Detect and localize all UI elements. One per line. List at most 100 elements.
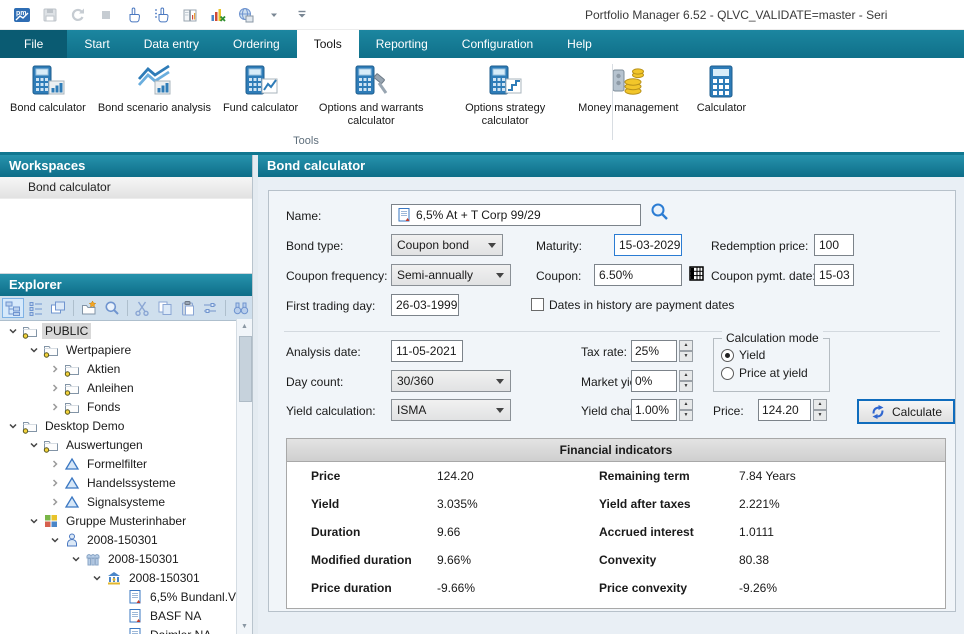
spin-down-icon[interactable]: ▼ xyxy=(813,410,827,421)
redo-icon[interactable] xyxy=(64,3,92,27)
ribbon-button-options-and-warrants-calculator[interactable]: Options and warrants calculator xyxy=(304,61,438,129)
coupon-field[interactable]: 6.50% xyxy=(594,264,682,286)
workspace-item-bond-calculator[interactable]: Bond calculator xyxy=(0,177,252,199)
twisty-expanded-icon[interactable] xyxy=(90,573,104,583)
dropdown-icon[interactable] xyxy=(260,3,288,27)
day-count-select[interactable]: 30/360 xyxy=(391,370,511,392)
search-icon[interactable] xyxy=(650,202,668,223)
spin-up-icon[interactable]: ▲ xyxy=(813,399,827,410)
tree-view-icon[interactable] xyxy=(2,298,24,318)
scroll-thumb[interactable] xyxy=(239,336,252,402)
spin-up-icon[interactable]: ▲ xyxy=(679,370,693,381)
tree-item-daimler-na[interactable]: Daimler NA xyxy=(0,625,236,634)
tab-file[interactable]: File xyxy=(0,30,67,58)
twisty-expanded-icon[interactable] xyxy=(27,345,41,355)
twisty-collapsed-icon[interactable] xyxy=(48,402,62,412)
spin-up-icon[interactable]: ▲ xyxy=(679,340,693,351)
tree-item-wertpapiere[interactable]: Wertpapiere xyxy=(0,340,236,359)
radio-selected-icon[interactable] xyxy=(721,349,734,362)
calculate-button[interactable]: Calculate xyxy=(857,399,955,424)
report-icon[interactable] xyxy=(176,3,204,27)
coupon-pymt-date-field[interactable]: 15-03 xyxy=(814,264,854,286)
yield-change-spinner[interactable]: 1.00% ▲▼ xyxy=(631,399,693,421)
twisty-collapsed-icon[interactable] xyxy=(48,383,62,393)
twisty-collapsed-icon[interactable] xyxy=(48,459,62,469)
export-chart-icon[interactable] xyxy=(204,3,232,27)
tree-item-handelssysteme[interactable]: Handelssysteme xyxy=(0,473,236,492)
twisty-collapsed-icon[interactable] xyxy=(48,497,62,507)
tree-item-signalsysteme[interactable]: Signalsysteme xyxy=(0,492,236,511)
tree-item-fonds[interactable]: Fonds xyxy=(0,397,236,416)
radio-yield[interactable]: Yield xyxy=(721,348,765,362)
copy-icon[interactable] xyxy=(154,298,176,318)
tree-item-2008-150301[interactable]: 2008-150301 xyxy=(0,549,236,568)
tab-ordering[interactable]: Ordering xyxy=(216,30,297,58)
tree-item-formelfilter[interactable]: Formelfilter xyxy=(0,454,236,473)
ribbon-button-money-management[interactable]: Money management xyxy=(572,61,684,116)
spin-down-icon[interactable]: ▼ xyxy=(679,351,693,362)
twisty-collapsed-icon[interactable] xyxy=(48,364,62,374)
yield-calculation-select[interactable]: ISMA xyxy=(391,399,511,421)
twisty-expanded-icon[interactable] xyxy=(69,554,83,564)
find-icon[interactable] xyxy=(230,298,252,318)
twisty-expanded-icon[interactable] xyxy=(48,535,62,545)
history-payment-dates-checkbox[interactable] xyxy=(531,298,544,311)
ribbon-button-bond-scenario-analysis[interactable]: Bond scenario analysis xyxy=(92,61,217,116)
tree-item-gruppe-musterinhaber[interactable]: Gruppe Musterinhaber xyxy=(0,511,236,530)
spin-up-icon[interactable]: ▲ xyxy=(679,399,693,410)
tree-item-auswertungen[interactable]: Auswertungen xyxy=(0,435,236,454)
tree-scrollbar[interactable]: ▲ ▼ xyxy=(236,319,252,634)
ribbon-button-options-strategy-calculator[interactable]: Options strategy calculator xyxy=(438,61,572,129)
tab-tools[interactable]: Tools xyxy=(297,30,359,58)
tree-item-aktien[interactable]: Aktien xyxy=(0,359,236,378)
scroll-down-icon[interactable]: ▼ xyxy=(237,619,252,634)
bond-type-select[interactable]: Coupon bond xyxy=(391,234,503,256)
tree-item-6-5-bundanl-v[interactable]: 6,5% Bundanl.V xyxy=(0,587,236,606)
tree-item-2008-150301[interactable]: 2008-150301 xyxy=(0,568,236,587)
ribbon-button-calculator[interactable]: Calculator xyxy=(684,61,758,116)
filter-icon[interactable] xyxy=(200,298,222,318)
maturity-field[interactable]: 15-03-2029 xyxy=(614,234,682,256)
web-icon[interactable] xyxy=(232,3,260,27)
twisty-expanded-icon[interactable] xyxy=(27,516,41,526)
tree-item-public[interactable]: PUBLIC xyxy=(0,321,236,340)
price-spinner[interactable]: 124.20 ▲▼ xyxy=(758,399,827,421)
tab-configuration[interactable]: Configuration xyxy=(445,30,550,58)
tab-help[interactable]: Help xyxy=(550,30,609,58)
tab-data-entry[interactable]: Data entry xyxy=(127,30,216,58)
save-icon[interactable] xyxy=(36,3,64,27)
tab-start[interactable]: Start xyxy=(67,30,126,58)
pointer-icon[interactable] xyxy=(120,3,148,27)
name-field[interactable]: 6,5% At + T Corp 99/29 xyxy=(391,204,641,226)
tree-item-anleihen[interactable]: Anleihen xyxy=(0,378,236,397)
cascade-icon[interactable] xyxy=(47,298,69,318)
pm-logo-icon[interactable]: pm xyxy=(8,3,36,27)
ribbon-button-fund-calculator[interactable]: Fund calculator xyxy=(217,61,304,116)
coupon-schedule-table-icon[interactable] xyxy=(689,266,704,284)
ribbon-button-bond-calculator[interactable]: Bond calculator xyxy=(4,61,92,116)
paste-icon[interactable] xyxy=(177,298,199,318)
twisty-expanded-icon[interactable] xyxy=(27,440,41,450)
pointer-grid-icon[interactable] xyxy=(148,3,176,27)
market-yield-spinner[interactable]: 0% ▲▼ xyxy=(631,370,693,392)
tree-item-basf-na[interactable]: BASF NA xyxy=(0,606,236,625)
redemption-price-field[interactable]: 100 xyxy=(814,234,854,256)
stop-icon[interactable] xyxy=(92,3,120,27)
twisty-collapsed-icon[interactable] xyxy=(48,478,62,488)
new-folder-icon[interactable] xyxy=(78,298,100,318)
twisty-expanded-icon[interactable] xyxy=(6,326,20,336)
tree-item-desktop-demo[interactable]: Desktop Demo xyxy=(0,416,236,435)
analysis-date-field[interactable]: 11-05-2021 xyxy=(391,340,463,362)
spin-down-icon[interactable]: ▼ xyxy=(679,410,693,421)
tree-item-2008-150301[interactable]: 2008-150301 xyxy=(0,530,236,549)
cut-icon[interactable] xyxy=(131,298,153,318)
scroll-up-icon[interactable]: ▲ xyxy=(237,319,252,334)
radio-price-at-yield[interactable]: Price at yield xyxy=(721,366,808,380)
coupon-frequency-select[interactable]: Semi-annually xyxy=(391,264,511,286)
tab-reporting[interactable]: Reporting xyxy=(359,30,445,58)
list-view-icon[interactable] xyxy=(25,298,47,318)
radio-unselected-icon[interactable] xyxy=(721,367,734,380)
customize-icon[interactable] xyxy=(288,3,316,27)
tax-rate-spinner[interactable]: 25% ▲▼ xyxy=(631,340,693,362)
search-icon[interactable] xyxy=(101,298,123,318)
